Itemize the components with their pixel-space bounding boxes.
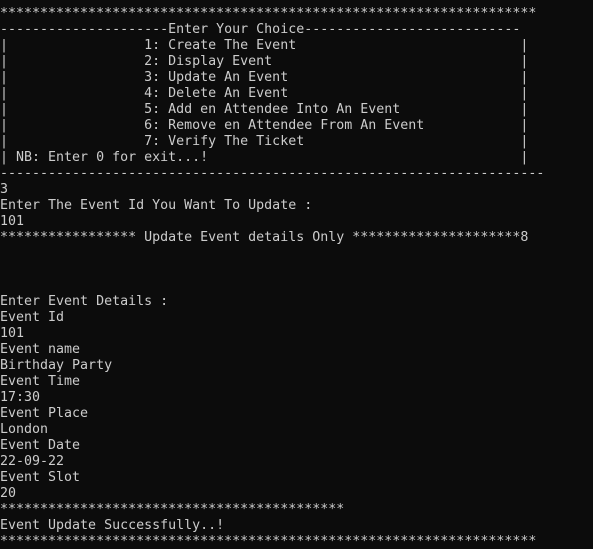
- event-place-label: Event Place: [0, 406, 89, 421]
- menu-option-remove-attendee: | 6: Remove en Attendee From An Event |: [0, 118, 529, 133]
- menu-option-update: | 3: Update An Event |: [0, 70, 529, 85]
- menu-exit-note: | NB: Enter 0 for exit...! |: [0, 150, 529, 165]
- event-id-input: 101: [0, 214, 25, 229]
- user-choice-input: 3: [0, 182, 9, 197]
- event-time-value: 17:30: [0, 390, 41, 405]
- menu-option-display: | 2: Display Event |: [0, 54, 529, 69]
- event-slot-label: Event Slot: [0, 470, 81, 485]
- menu-option-delete: | 4: Delete An Event |: [0, 86, 529, 101]
- separator-short: ****************************************…: [0, 502, 345, 517]
- separator-top: ****************************************…: [0, 6, 537, 21]
- update-banner: ***************** Update Event details O…: [0, 230, 529, 245]
- menu-option-verify-ticket: | 7: Verify The Ticket |: [0, 134, 529, 149]
- event-date-value: 22-09-22: [0, 454, 65, 469]
- event-place-value: London: [0, 422, 49, 437]
- event-details-heading: Enter Event Details :: [0, 294, 169, 309]
- console-output: ****************************************…: [0, 6, 593, 549]
- event-id-value: 101: [0, 326, 25, 341]
- menu-header: ---------------------Enter Your Choice--…: [0, 22, 521, 37]
- event-name-label: Event name: [0, 342, 81, 357]
- event-id-label: Event Id: [0, 310, 65, 325]
- event-time-label: Event Time: [0, 374, 81, 389]
- event-name-value: Birthday Party: [0, 358, 113, 373]
- event-id-prompt: Enter The Event Id You Want To Update :: [0, 198, 313, 213]
- menu-option-add-attendee: | 5: Add en Attendee Into An Event |: [0, 102, 529, 117]
- event-slot-value: 20: [0, 486, 17, 501]
- separator-bottom: ****************************************…: [0, 534, 537, 549]
- menu-option-create: | 1: Create The Event |: [0, 38, 529, 53]
- menu-footer: ----------------------------------------…: [0, 166, 545, 181]
- event-date-label: Event Date: [0, 438, 81, 453]
- success-message: Event Update Successfully..!: [0, 518, 225, 533]
